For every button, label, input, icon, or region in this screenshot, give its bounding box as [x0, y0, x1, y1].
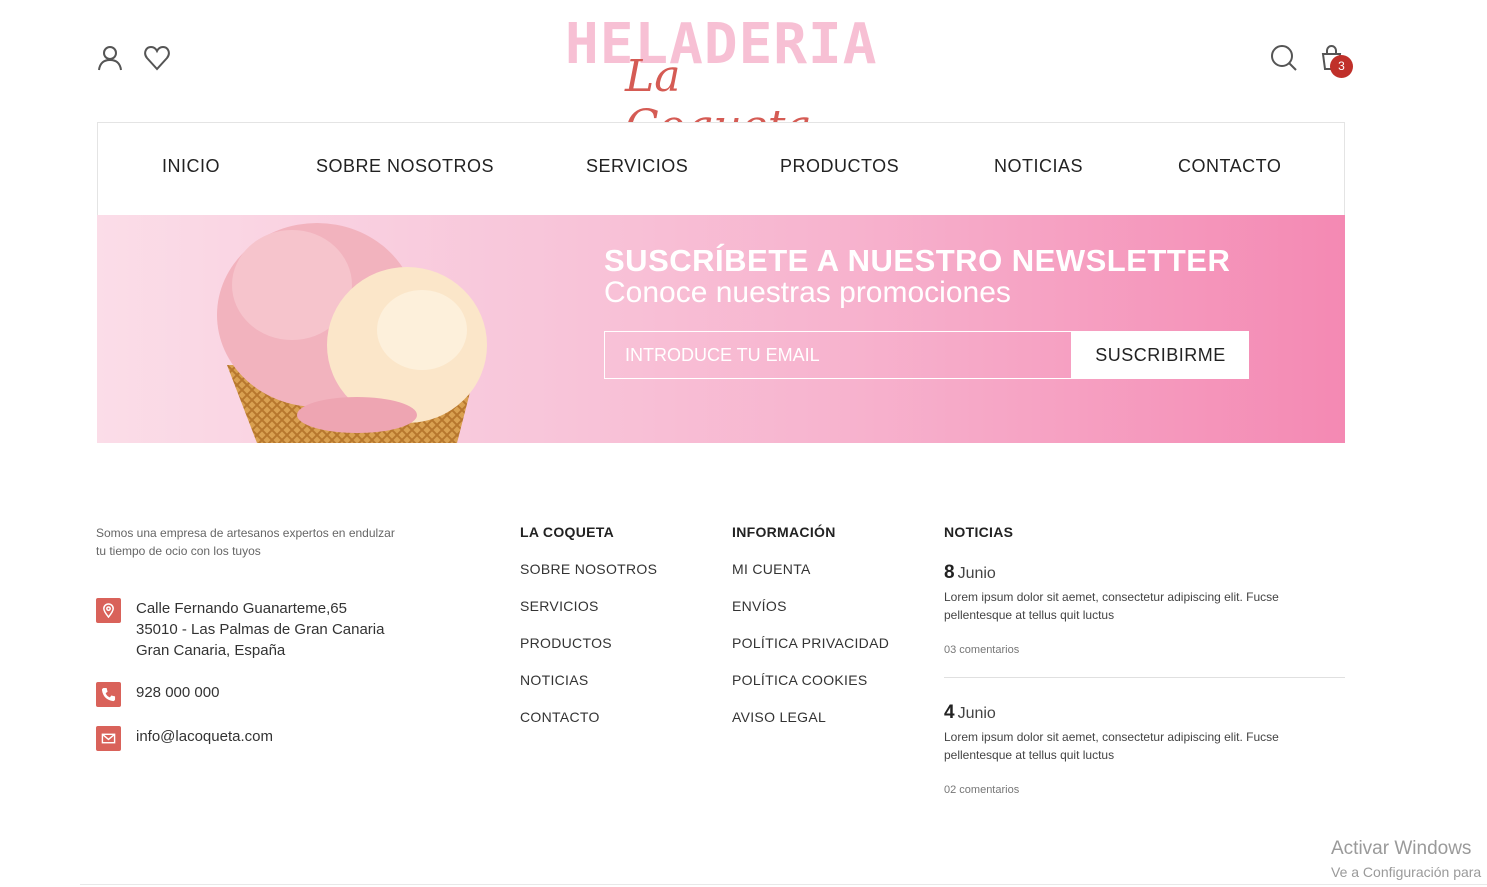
footer-col-informacion: INFORMACIÓN MI CUENTA ENVÍOS POLÍTICA PR…	[732, 524, 889, 746]
footer-col-title: LA COQUETA	[520, 524, 614, 540]
windows-activation-watermark: Activar Windows Ve a Configuración para	[1331, 838, 1481, 880]
phone-number[interactable]: 928 000 000	[136, 682, 219, 707]
phone-icon	[96, 682, 121, 707]
watermark-line-1: Activar Windows	[1331, 838, 1472, 859]
email-block: info@lacoqueta.com	[96, 726, 273, 751]
nav-item-inicio[interactable]: INICIO	[162, 156, 220, 177]
news-comments-count[interactable]: 02 comentarios	[944, 784, 1345, 796]
news-day: 8	[944, 562, 955, 583]
footer-link-contacto[interactable]: CONTACTO	[520, 709, 600, 725]
ice-cream-cone-image	[217, 223, 487, 443]
envelope-icon	[96, 726, 121, 751]
location-pin-icon	[96, 598, 121, 623]
search-icon[interactable]	[1270, 44, 1298, 72]
phone-block: 928 000 000	[96, 682, 219, 707]
footer-link-envios[interactable]: ENVÍOS	[732, 598, 787, 614]
newsletter-title: SUSCRÍBETE A NUESTRO NEWSLETTER	[604, 243, 1231, 278]
nav-item-noticias[interactable]: NOTICIAS	[994, 156, 1083, 177]
footer-link-politica-privacidad[interactable]: POLÍTICA PRIVACIDAD	[732, 635, 889, 651]
nav-item-productos[interactable]: PRODUCTOS	[780, 156, 899, 177]
newsletter-banner: SUSCRÍBETE A NUESTRO NEWSLETTER Conoce n…	[97, 215, 1345, 443]
nav-item-servicios[interactable]: SERVICIOS	[586, 156, 688, 177]
news-day: 4	[944, 702, 955, 723]
nav-item-sobre-nosotros[interactable]: SOBRE NOSOTROS	[316, 156, 494, 177]
news-month: Junio	[957, 565, 996, 582]
news-date: 8 Junio	[944, 562, 1345, 584]
main-nav: INICIO SOBRE NOSOTROS SERVICIOS PRODUCTO…	[97, 122, 1345, 215]
cart-count-badge: 3	[1330, 55, 1353, 78]
news-item[interactable]: 4 Junio Lorem ipsum dolor sit aemet, cons…	[944, 678, 1345, 796]
footer-col-noticias: NOTICIAS 8 Junio Lorem ipsum dolor sit ae…	[944, 524, 1345, 796]
email-address[interactable]: info@lacoqueta.com	[136, 726, 273, 751]
heart-icon[interactable]	[143, 44, 171, 72]
footer-col-title: NOTICIAS	[944, 524, 1014, 540]
news-excerpt: Lorem ipsum dolor sit aemet, consectetur…	[944, 730, 1279, 762]
newsletter-email-input[interactable]	[604, 331, 1072, 379]
address-line-2: 35010 - Las Palmas de Gran Canaria	[136, 621, 385, 638]
footer-link-sobre-nosotros[interactable]: SOBRE NOSOTROS	[520, 561, 657, 577]
footer-link-politica-cookies[interactable]: POLÍTICA COOKIES	[732, 672, 868, 688]
address-block: Calle Fernando Guanarteme,65 35010 - Las…	[96, 598, 384, 661]
footer-link-mi-cuenta[interactable]: MI CUENTA	[732, 561, 811, 577]
footer-bottom-divider	[80, 884, 1487, 885]
footer-link-servicios[interactable]: SERVICIOS	[520, 598, 599, 614]
nav-item-contacto[interactable]: CONTACTO	[1178, 156, 1281, 177]
news-month: Junio	[957, 705, 996, 722]
news-item[interactable]: 8 Junio Lorem ipsum dolor sit aemet, cons…	[944, 542, 1345, 678]
address-line-3: Gran Canaria, España	[136, 642, 286, 659]
user-icon[interactable]	[96, 44, 124, 72]
news-date: 4 Junio	[944, 702, 1345, 724]
footer-link-aviso-legal[interactable]: AVISO LEGAL	[732, 709, 826, 725]
watermark-line-2: Ve a Configuración para	[1331, 864, 1482, 880]
footer-about-text: Somos una empresa de artesanos expertos …	[96, 526, 395, 558]
subscribe-button[interactable]: SUSCRIBIRME	[1072, 331, 1249, 379]
footer-col-la-coqueta: LA COQUETA SOBRE NOSOTROS SERVICIOS PROD…	[520, 524, 657, 746]
address-line-1: Calle Fernando Guanarteme,65	[136, 600, 347, 617]
news-excerpt: Lorem ipsum dolor sit aemet, consectetur…	[944, 590, 1279, 622]
newsletter-subtitle: Conoce nuestras promociones	[604, 276, 1011, 309]
site-logo[interactable]: HELADERIA La Coqueta	[565, 14, 876, 152]
footer-link-noticias[interactable]: NOTICIAS	[520, 672, 589, 688]
footer-link-productos[interactable]: PRODUCTOS	[520, 635, 612, 651]
footer-col-title: INFORMACIÓN	[732, 524, 836, 540]
news-comments-count[interactable]: 03 comentarios	[944, 644, 1345, 656]
